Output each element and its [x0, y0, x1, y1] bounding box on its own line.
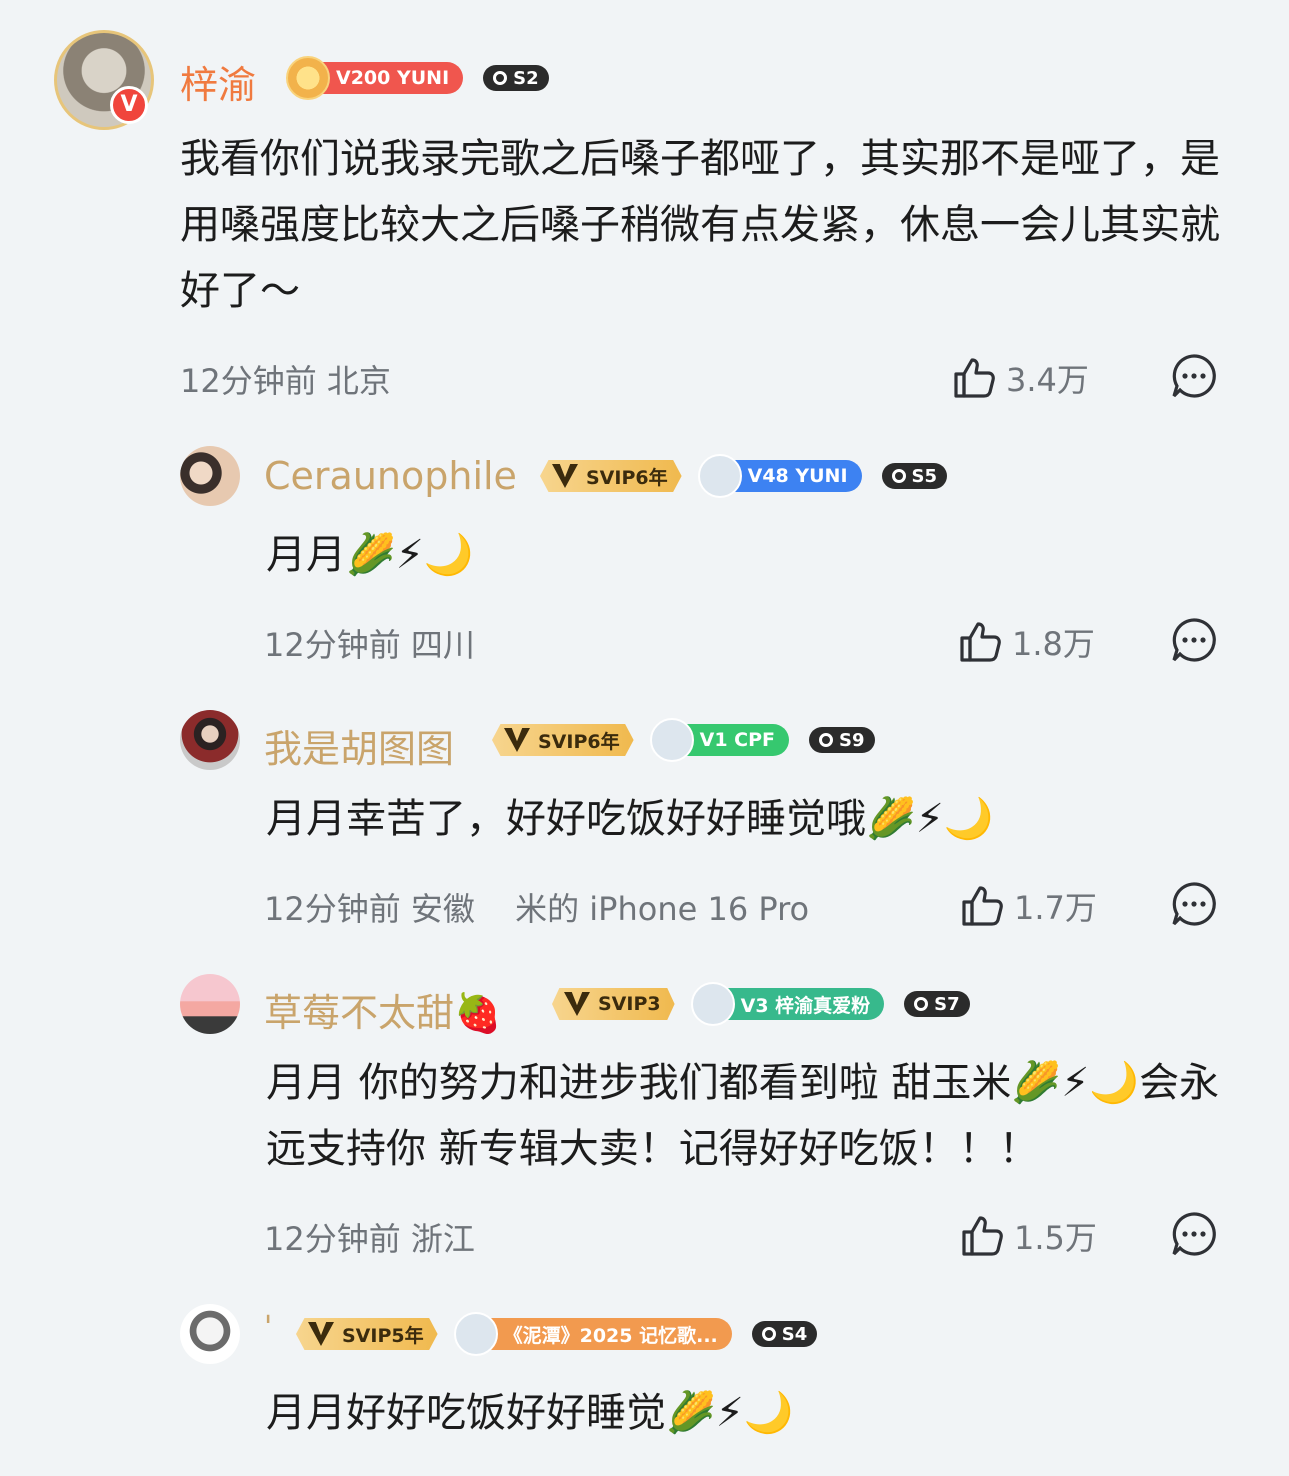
username[interactable]: '	[264, 1310, 272, 1345]
comment-text: 月月好好吃饭好好睡觉🌽⚡🌙	[266, 1390, 794, 1436]
like-count: 1.7万	[1014, 889, 1097, 927]
level-badge[interactable]: V48 YUNI	[697, 454, 862, 498]
like-count: 1.5万	[1014, 1219, 1097, 1257]
level-badge[interactable]: V200 YUNI	[286, 56, 464, 100]
comment-meta: 12分钟前 浙江	[264, 1214, 475, 1260]
level-badge[interactable]: V1 CPF	[649, 718, 789, 762]
timestamp: 12分钟前	[264, 1220, 401, 1258]
star-icon	[286, 56, 330, 100]
season-badge[interactable]: S2	[483, 65, 549, 91]
location: 四川	[410, 626, 475, 664]
comment-meta: 12分钟前 四川	[264, 620, 475, 666]
like-count: 1.8万	[1012, 625, 1095, 663]
thumbs-up-icon	[962, 1216, 1003, 1256]
location: 北京	[326, 362, 391, 400]
comment-meta: 12分钟前 北京	[180, 356, 391, 402]
svip-badge[interactable]: SVIP6年	[540, 460, 682, 492]
like-button[interactable]: 1.5万	[958, 1212, 1097, 1260]
svip-badge[interactable]: SVIP3	[552, 988, 675, 1020]
thumbs-up-icon	[954, 358, 995, 398]
comment-bubble-icon[interactable]	[1170, 1210, 1218, 1258]
avatar[interactable]	[180, 974, 240, 1034]
username[interactable]: Ceraunophile	[264, 454, 517, 498]
thumbs-up-icon	[962, 886, 1003, 926]
comment-meta: 12分钟前 安徽 米的 iPhone 16 Pro	[264, 884, 809, 930]
level-badge[interactable]: V3 梓渝真爱粉	[690, 982, 885, 1026]
avatar[interactable]	[180, 446, 240, 506]
comment-text: 我看你们说我录完歌之后嗓子都哑了，其实那不是哑了，是用嗓强度比较大之后嗓子稍微有…	[180, 136, 1220, 314]
svip-badge[interactable]: SVIP6年	[492, 724, 634, 756]
location: 浙江	[410, 1220, 475, 1258]
comment-bubble-icon[interactable]	[1170, 616, 1218, 664]
comment-bubble-icon[interactable]	[1170, 352, 1218, 400]
svip-badge[interactable]: SVIP5年	[296, 1318, 438, 1350]
avatar[interactable]	[180, 710, 240, 770]
device: 米的 iPhone 16 Pro	[515, 890, 810, 928]
timestamp: 12分钟前	[180, 362, 317, 400]
comment-text: 月月幸苦了，好好吃饭好好睡觉哦🌽⚡🌙	[266, 796, 994, 842]
verified-v-icon: V	[110, 86, 148, 124]
thumbs-up-icon	[960, 622, 1001, 662]
like-button[interactable]: 1.8万	[956, 618, 1095, 666]
like-button[interactable]: 3.4万	[950, 354, 1089, 402]
season-badge[interactable]: S9	[809, 727, 875, 753]
season-badge[interactable]: S4	[751, 1321, 818, 1347]
avatar[interactable]	[180, 1304, 240, 1364]
like-count: 3.4万	[1006, 361, 1089, 399]
season-badge[interactable]: S5	[881, 463, 948, 489]
comment-text: 月月🌽⚡🌙	[266, 532, 474, 578]
username[interactable]: 我是胡图图	[264, 718, 454, 773]
username[interactable]: 草莓不太甜🍓	[264, 982, 501, 1037]
level-badge[interactable]: 《泥潭》2025 记忆歌...	[453, 1312, 732, 1356]
comment-bubble-icon[interactable]	[1170, 880, 1218, 928]
timestamp: 12分钟前	[264, 890, 401, 928]
comment-text: 月月 你的努力和进步我们都看到啦 甜玉米🌽⚡🌙会永远支持你 新专辑大卖！记得好好…	[266, 1060, 1220, 1172]
season-badge[interactable]: S7	[904, 991, 970, 1017]
username[interactable]: 梓渝	[180, 54, 256, 109]
like-button[interactable]: 1.7万	[958, 882, 1097, 930]
location: 安徽	[410, 890, 475, 928]
timestamp: 12分钟前	[264, 626, 401, 664]
